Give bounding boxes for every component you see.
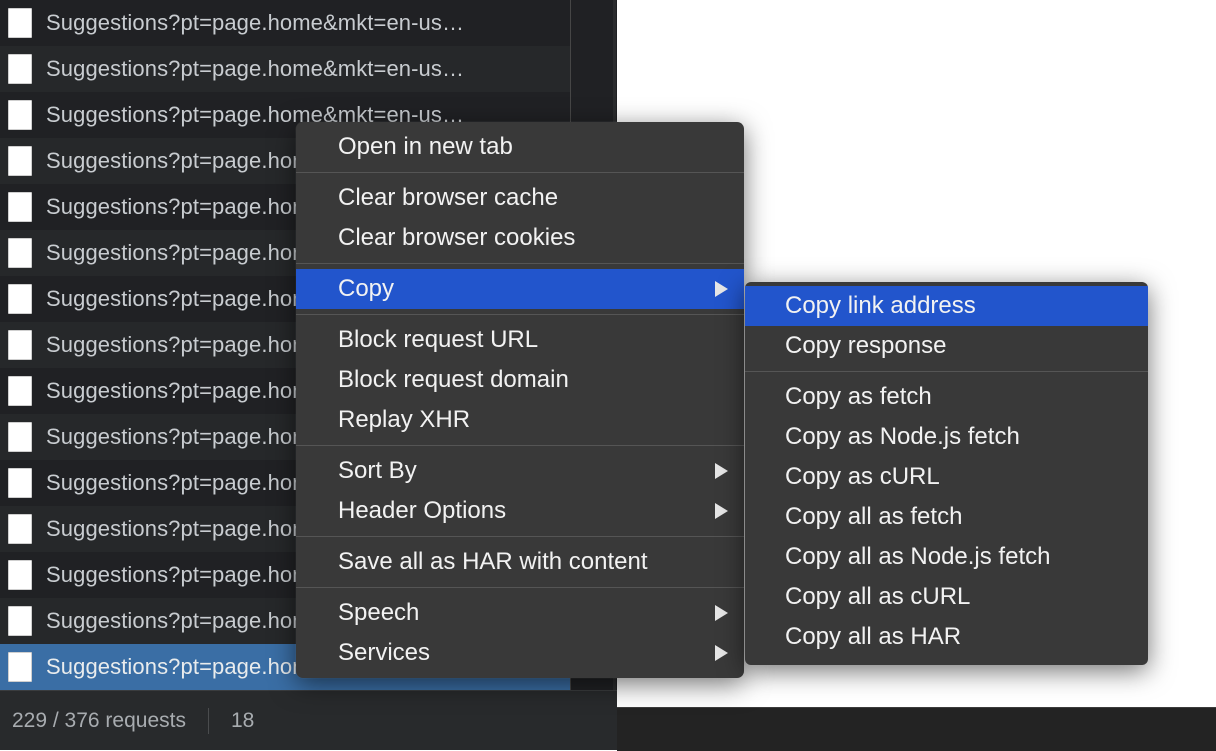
menu-item-label: Save all as HAR with content <box>338 548 648 575</box>
status-transferred-size: 18 <box>230 708 255 732</box>
document-icon <box>8 376 32 406</box>
menu-item-label: Clear browser cookies <box>338 224 576 251</box>
document-icon <box>8 8 32 38</box>
menu-item-label: Header Options <box>338 497 507 524</box>
document-icon <box>8 560 32 590</box>
menu-item-label: Copy as fetch <box>785 383 932 410</box>
menu-item-label: Open in new tab <box>338 133 513 160</box>
copy-submenu-item[interactable]: Copy all as fetch <box>745 497 1148 537</box>
menu-item-label: Copy <box>338 275 395 302</box>
menu-item-label: Copy all as Node.js fetch <box>785 543 1051 570</box>
menu-separator <box>296 314 744 315</box>
document-icon <box>8 468 32 498</box>
context-menu-item[interactable]: Services <box>296 633 744 673</box>
menu-item-label: Copy response <box>785 332 947 359</box>
submenu-arrow-icon <box>715 463 728 479</box>
menu-separator <box>296 263 744 264</box>
context-menu-item[interactable]: Clear browser cache <box>296 178 744 218</box>
copy-submenu-item[interactable]: Copy response <box>745 326 1148 366</box>
copy-submenu-item[interactable]: Copy link address <box>745 286 1148 326</box>
status-requests-count: 229 / 376 requests <box>12 708 186 732</box>
menu-item-label: Block request domain <box>338 366 569 393</box>
status-divider <box>207 707 209 734</box>
submenu-arrow-icon <box>715 503 728 519</box>
menu-item-label: Copy link address <box>785 292 976 319</box>
document-icon <box>8 54 32 84</box>
copy-submenu-item[interactable]: Copy all as cURL <box>745 577 1148 617</box>
menu-item-label: Clear browser cache <box>338 184 559 211</box>
menu-item-label: Speech <box>338 599 420 626</box>
menu-item-label: Copy all as fetch <box>785 503 963 530</box>
copy-submenu-item[interactable]: Copy all as HAR <box>745 617 1148 657</box>
document-icon <box>8 652 32 682</box>
context-menu[interactable]: Open in new tab Clear browser cache Clear … <box>296 122 744 678</box>
context-menu-item[interactable]: Clear browser cookies <box>296 218 744 258</box>
copy-submenu-item[interactable]: Copy as cURL <box>745 457 1148 497</box>
menu-item-label: Block request URL <box>338 326 539 353</box>
document-icon <box>8 100 32 130</box>
menu-item-label: Sort By <box>338 457 417 484</box>
menu-item-label: Services <box>338 639 431 666</box>
menu-item-label: Replay XHR <box>338 406 471 433</box>
menu-item-label: Copy all as cURL <box>785 583 971 610</box>
menu-item-label: Copy as Node.js fetch <box>785 423 1020 450</box>
document-icon <box>8 238 32 268</box>
context-menu-item[interactable]: Replay XHR <box>296 400 744 440</box>
document-icon <box>8 514 32 544</box>
submenu-arrow-icon <box>715 605 728 621</box>
document-icon <box>8 422 32 452</box>
request-row[interactable]: Suggestions?pt=page.home&mkt=en-us… <box>0 0 570 46</box>
document-icon <box>8 284 32 314</box>
document-icon <box>8 146 32 176</box>
network-status-bar: 229 / 376 requests 18 <box>0 690 617 750</box>
document-icon <box>8 330 32 360</box>
context-menu-item[interactable]: Block request domain <box>296 360 744 400</box>
menu-separator <box>296 536 744 537</box>
copy-submenu-item[interactable]: Copy as fetch <box>745 377 1148 417</box>
request-row[interactable]: Suggestions?pt=page.home&mkt=en-us… <box>0 46 570 92</box>
copy-submenu-item[interactable]: Copy all as Node.js fetch <box>745 537 1148 577</box>
context-menu-item[interactable]: Header Options <box>296 491 744 531</box>
menu-item-label: Copy as cURL <box>785 463 940 490</box>
context-menu-item[interactable]: Sort By <box>296 451 744 491</box>
context-menu-item[interactable]: Open in new tab <box>296 127 744 167</box>
document-icon <box>8 606 32 636</box>
context-menu-item[interactable]: Save all as HAR with content <box>296 542 744 582</box>
menu-item-label: Copy all as HAR <box>785 623 962 650</box>
menu-separator <box>296 587 744 588</box>
menu-separator <box>296 172 744 173</box>
context-menu-item[interactable]: Block request URL <box>296 320 744 360</box>
request-name: Suggestions?pt=page.home&mkt=en-us… <box>46 10 465 35</box>
menu-separator <box>296 445 744 446</box>
submenu-arrow-icon <box>715 281 728 297</box>
document-icon <box>8 192 32 222</box>
submenu-arrow-icon <box>715 645 728 661</box>
devtools-window: Suggestions?pt=page.home&mkt=en-us… Sugge… <box>0 0 1216 751</box>
context-menu-item[interactable]: Copy <box>296 269 744 309</box>
menu-separator <box>745 371 1148 372</box>
request-name: Suggestions?pt=page.home&mkt=en-us… <box>46 56 465 81</box>
copy-submenu-item[interactable]: Copy as Node.js fetch <box>745 417 1148 457</box>
bottom-chrome-bar <box>617 707 1216 751</box>
context-menu-item[interactable]: Speech <box>296 593 744 633</box>
copy-submenu[interactable]: Copy link address Copy response Copy as fe… <box>745 282 1148 665</box>
